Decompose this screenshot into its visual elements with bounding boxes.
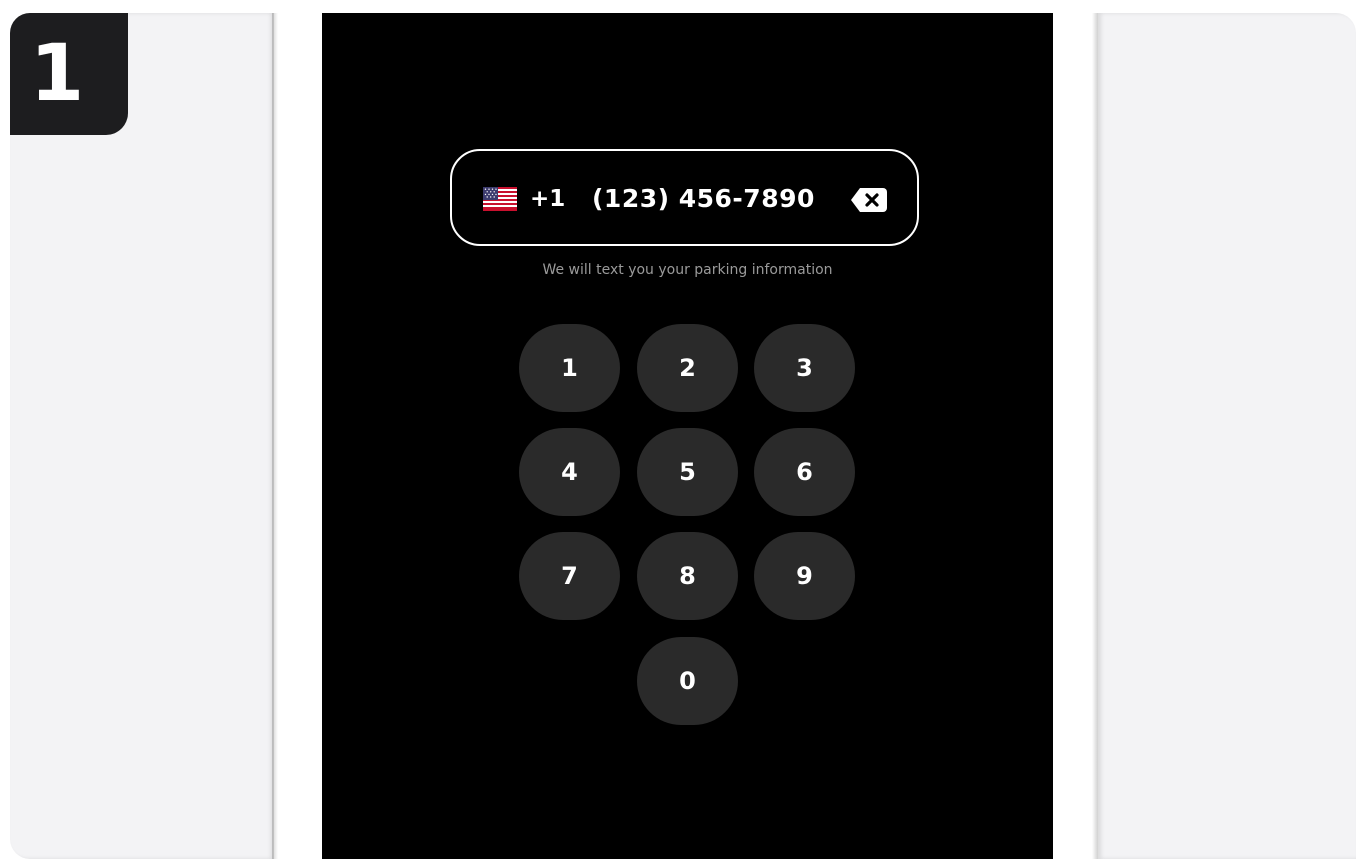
country-code[interactable]: +1: [530, 185, 565, 213]
keypad-key-8[interactable]: 8: [637, 532, 738, 620]
keypad-key-3[interactable]: 3: [754, 324, 855, 412]
us-flag-icon[interactable]: [483, 187, 517, 211]
left-panel-edge: [272, 13, 278, 859]
step-number-badge: 1: [10, 13, 128, 135]
keypad-key-6[interactable]: 6: [754, 428, 855, 516]
kiosk-screen: +1 (123) 456-7890 We will text you your …: [322, 13, 1053, 859]
phone-number-value[interactable]: (123) 456-7890: [592, 185, 815, 213]
right-panel-edge: [1092, 13, 1098, 859]
keypad-key-5[interactable]: 5: [637, 428, 738, 516]
keypad-key-4[interactable]: 4: [519, 428, 620, 516]
keypad-key-7[interactable]: 7: [519, 532, 620, 620]
phone-number-field[interactable]: +1 (123) 456-7890: [450, 149, 919, 246]
left-side-panel: [10, 13, 274, 859]
keypad-key-1[interactable]: 1: [519, 324, 620, 412]
keypad-key-9[interactable]: 9: [754, 532, 855, 620]
right-side-panel: [1098, 13, 1356, 859]
helper-text: We will text you your parking informatio…: [542, 262, 833, 278]
keypad-key-0[interactable]: 0: [637, 637, 738, 725]
keypad-key-2[interactable]: 2: [637, 324, 738, 412]
backspace-icon[interactable]: [850, 187, 888, 213]
